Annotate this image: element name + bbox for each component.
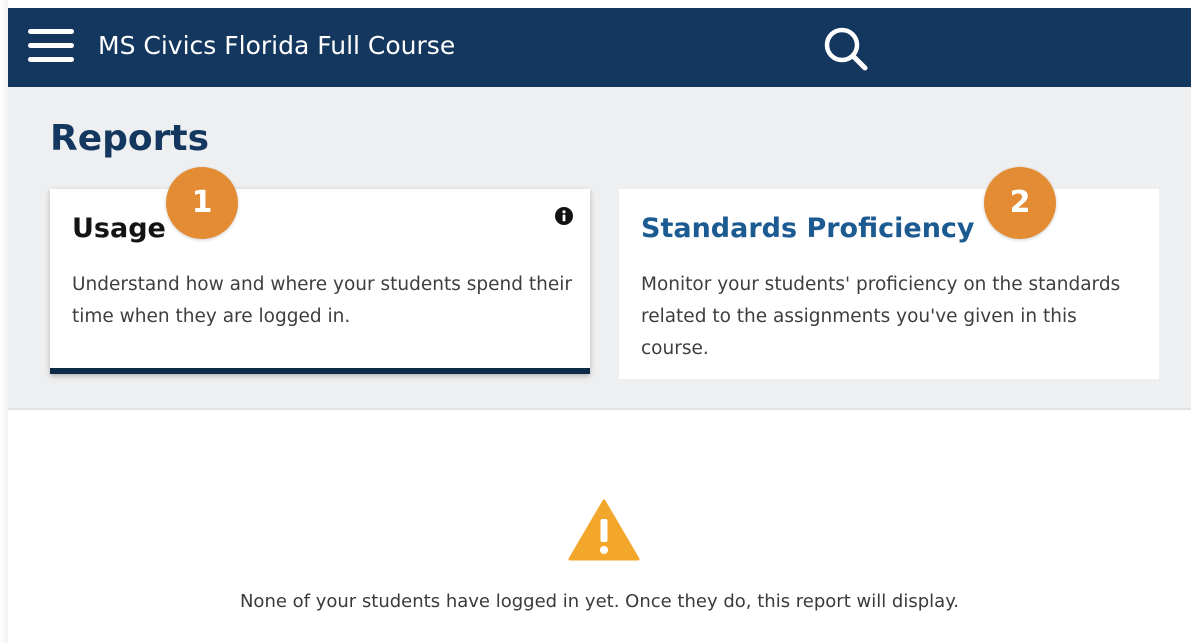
standards-card-title[interactable]: Standards Proficiency [641,211,975,247]
menu-line [28,43,74,48]
usage-card-description: Understand how and where your students s… [72,274,572,327]
usage-card-title: Usage [72,213,166,244]
menu-line [28,29,74,34]
page-title: Reports [50,118,210,159]
search-icon[interactable] [821,25,877,73]
course-title: MS Civics Florida Full Course [98,31,456,60]
app-frame: MS Civics Florida Full Course Reports Us… [8,8,1191,643]
step-badge-2: 2 [984,167,1056,239]
hamburger-menu-icon[interactable] [28,26,74,64]
usage-report-card[interactable]: Usage Understand how and where your stud… [50,189,590,374]
info-icon[interactable] [555,207,573,225]
warning-icon [568,499,640,561]
active-card-indicator [50,368,590,374]
page-edge-shadow [0,0,8,643]
top-navigation-bar: MS Civics Florida Full Course [8,8,1191,87]
standards-card-description: Monitor your students' proficiency on th… [641,274,1121,359]
standards-proficiency-report-card[interactable]: Standards Proficiency Monitor your stude… [619,189,1159,379]
empty-state-message: None of your students have logged in yet… [239,591,960,612]
menu-line [28,57,74,62]
reports-section: Reports Usage Understand how and where y… [8,87,1191,410]
step-badge-1: 1 [166,167,238,239]
report-content-area: None of your students have logged in yet… [8,410,1191,643]
